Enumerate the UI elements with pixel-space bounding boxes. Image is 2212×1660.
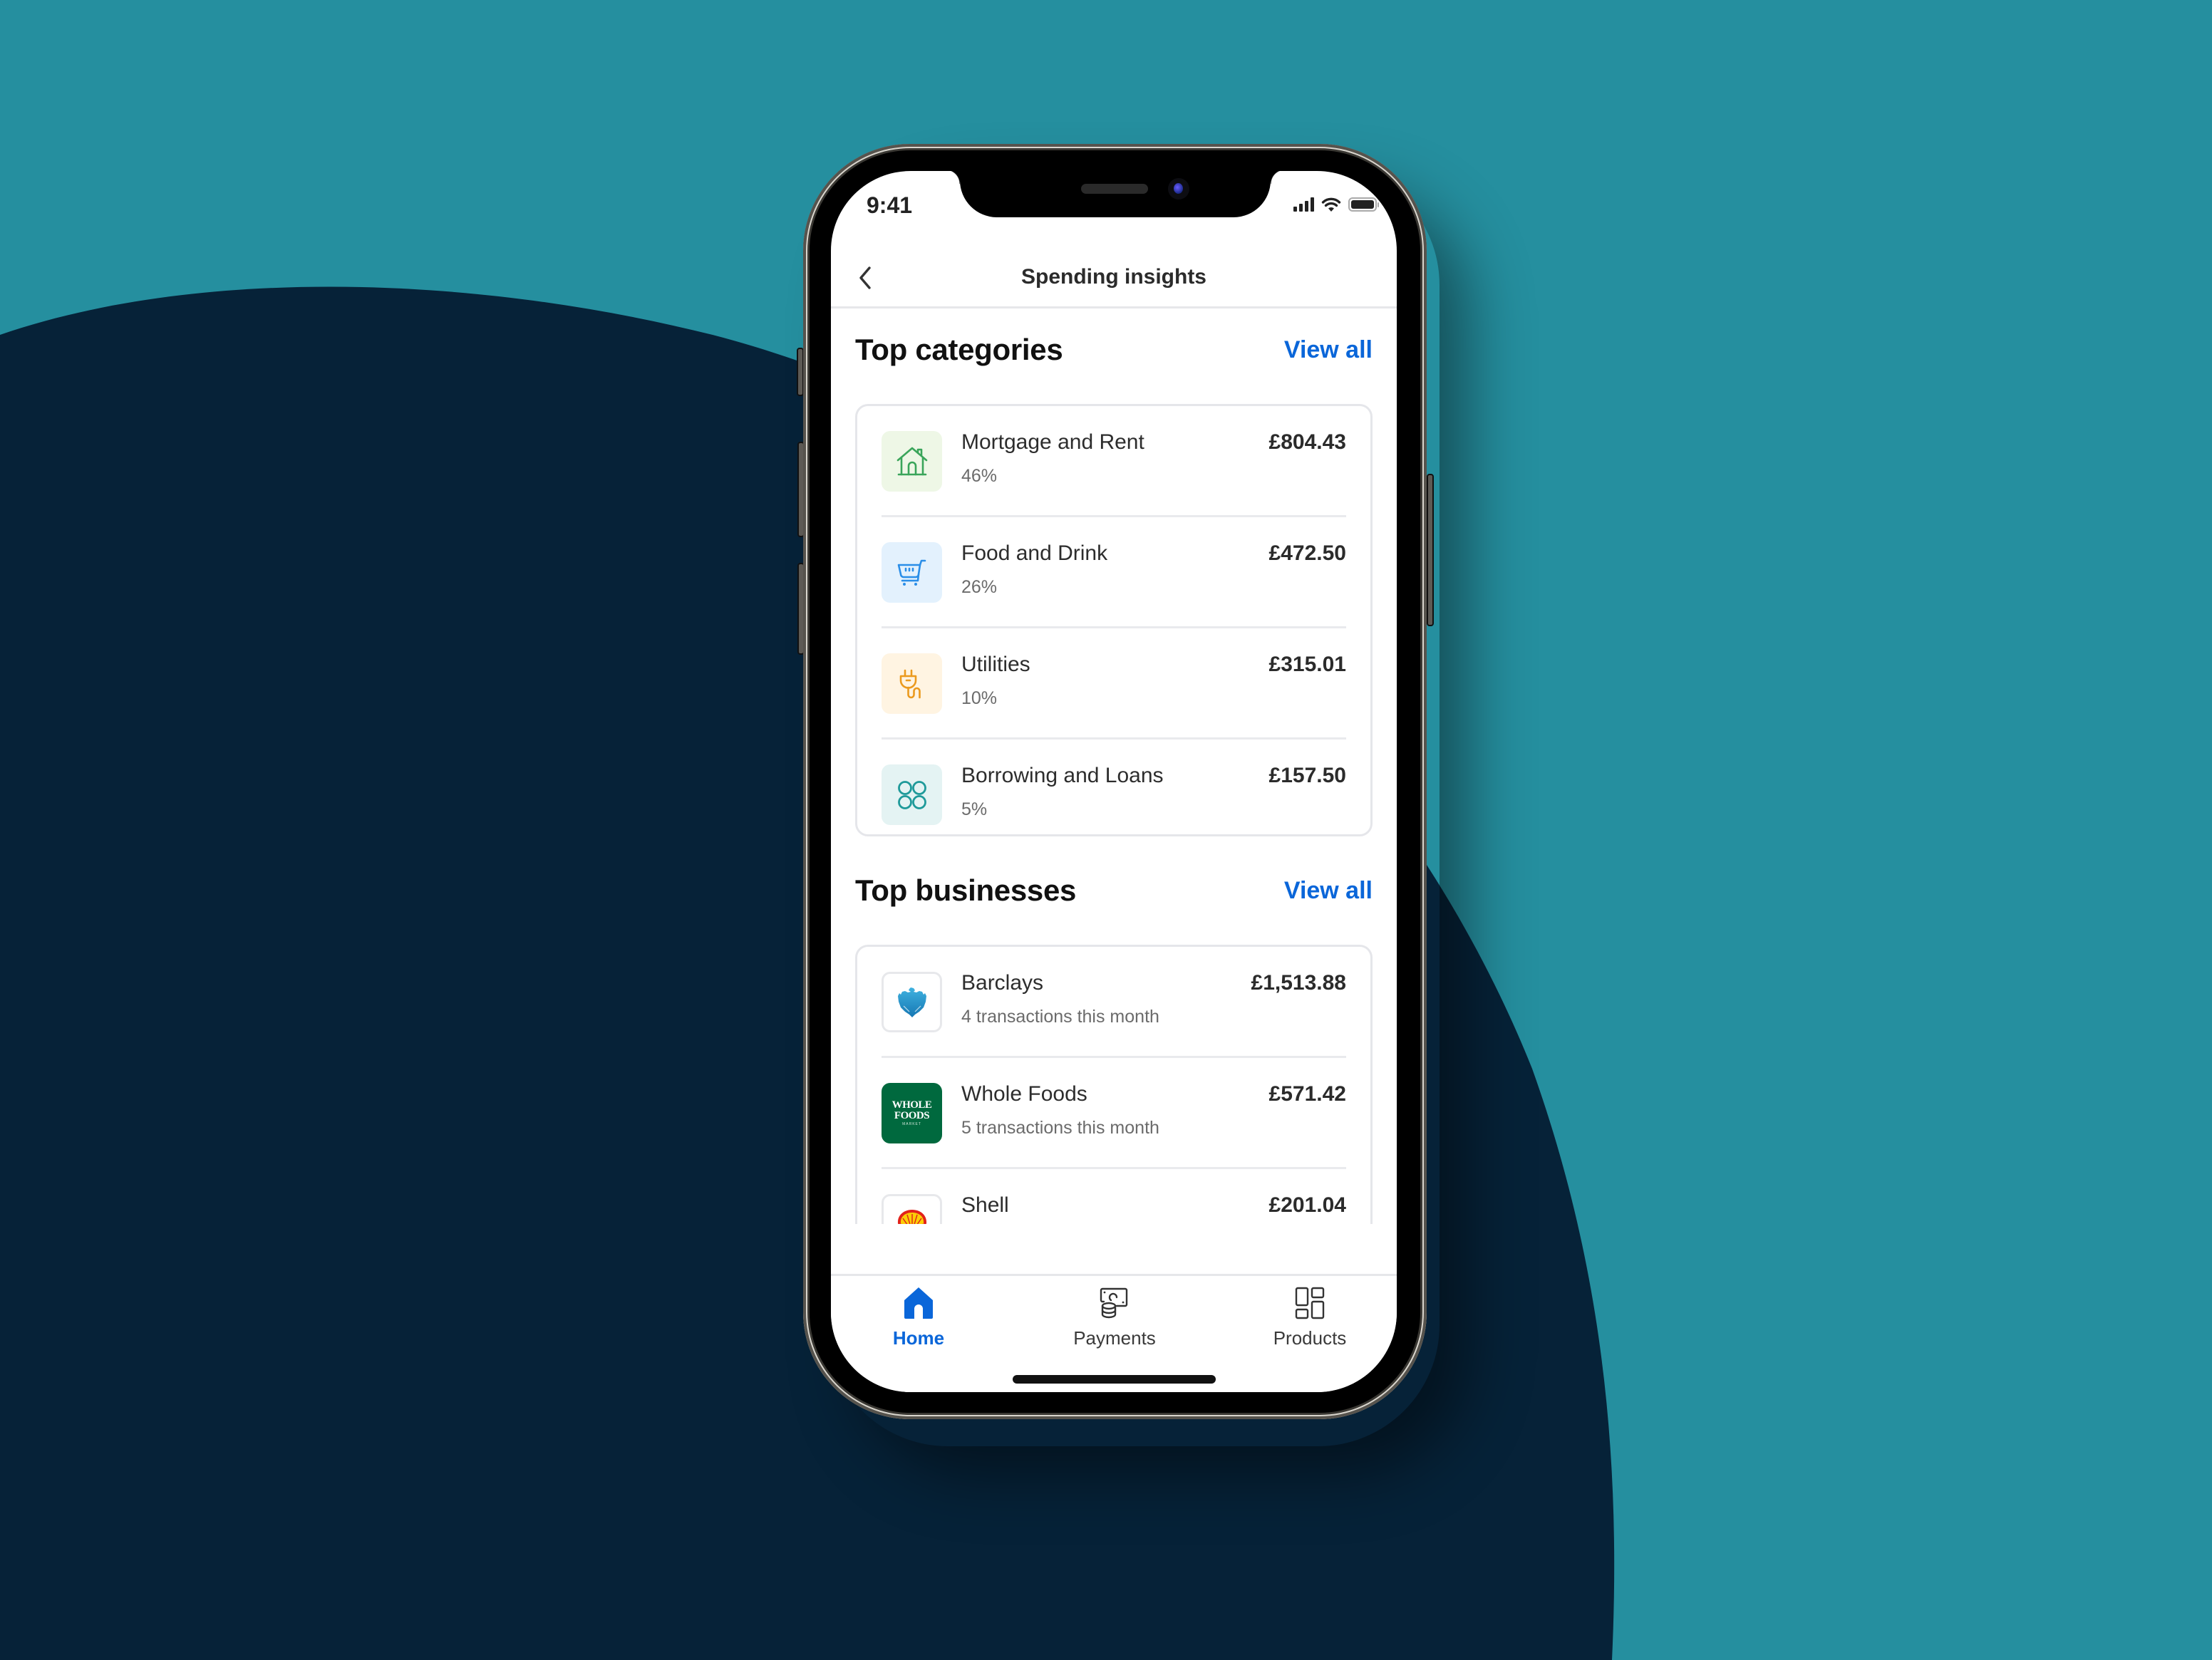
products-icon: [1295, 1287, 1325, 1319]
business-name: Whole Foods: [961, 1082, 1087, 1106]
category-tile: [882, 764, 942, 825]
whole-foods-logo: WHOLE FOODS MARKET: [882, 1083, 942, 1143]
category-name: Utilities: [961, 653, 1030, 676]
category-row[interactable]: Borrowing and Loans 5% £157.50: [882, 740, 1346, 849]
top-categories-card: Mortgage and Rent 46% £804.43 Food and D…: [855, 404, 1373, 836]
business-row[interactable]: Shell 3 transactions this month £201.04: [882, 1169, 1346, 1224]
top-businesses-header: Top businesses View all: [855, 873, 1373, 908]
tab-home[interactable]: Home: [862, 1286, 976, 1349]
category-percent: 10%: [961, 688, 998, 708]
category-row[interactable]: Food and Drink 26% £472.50: [882, 517, 1346, 628]
power-button: [1427, 474, 1434, 626]
section-title: Top businesses: [855, 873, 1077, 907]
business-amount: £1,513.88: [1251, 971, 1346, 995]
business-logo-tile: [882, 972, 942, 1032]
navigation-bar: Spending insights: [831, 249, 1397, 308]
category-tile: [882, 653, 942, 714]
business-row[interactable]: WHOLE FOODS MARKET Whole Foods 5 transac…: [882, 1058, 1346, 1169]
tab-products[interactable]: Products: [1253, 1286, 1367, 1349]
status-time: 9:41: [867, 192, 913, 218]
shell-logo: [897, 1209, 926, 1224]
business-amount: £201.04: [1268, 1193, 1346, 1217]
business-subtitle: 4 transactions this month: [961, 1007, 1159, 1027]
view-all-categories-link[interactable]: View all: [1284, 336, 1373, 364]
category-row[interactable]: Mortgage and Rent 46% £804.43: [882, 406, 1346, 517]
scroll-content[interactable]: Top categories View all Mortgage and Ren…: [831, 308, 1397, 1224]
phone-screen: 9:41 Spending insights Top categories Vi…: [831, 171, 1397, 1392]
view-all-businesses-link[interactable]: View all: [1284, 877, 1373, 905]
business-row[interactable]: Barclays 4 transactions this month £1,51…: [882, 947, 1346, 1058]
top-categories-header: Top categories View all: [855, 333, 1373, 367]
category-row[interactable]: Utilities 10% £315.01: [882, 628, 1346, 740]
shopping-cart-icon: [897, 559, 926, 586]
cellular-signal-icon: [1293, 197, 1314, 212]
category-percent: 46%: [961, 466, 998, 486]
plug-icon: [899, 669, 921, 698]
category-amount: £315.01: [1268, 653, 1346, 676]
tab-payments[interactable]: Payments: [1058, 1286, 1172, 1349]
category-percent: 5%: [961, 799, 988, 819]
category-name: Borrowing and Loans: [961, 764, 1164, 787]
battery-icon: [1348, 197, 1379, 212]
status-icons: [1293, 197, 1379, 212]
home-indicator[interactable]: [1013, 1375, 1216, 1384]
speaker-grille: [1081, 184, 1148, 194]
tab-label: Home: [892, 1327, 945, 1349]
category-amount: £804.43: [1268, 430, 1346, 454]
section-title: Top categories: [855, 333, 1063, 366]
category-percent: 26%: [961, 577, 998, 597]
business-logo-tile: [882, 1194, 942, 1224]
payments-icon: [1100, 1287, 1128, 1319]
wifi-icon: [1321, 197, 1341, 212]
category-amount: £472.50: [1268, 541, 1346, 565]
tab-label: Payments: [1073, 1327, 1156, 1349]
business-name: Barclays: [961, 971, 1044, 995]
logo-text: MARKET: [902, 1122, 921, 1126]
category-name: Mortgage and Rent: [961, 430, 1144, 454]
logo-text: WHOLE: [891, 1099, 932, 1111]
category-tile: [882, 431, 942, 492]
business-name: Shell: [961, 1193, 1009, 1217]
logo-text: FOODS: [894, 1110, 930, 1121]
front-camera: [1168, 178, 1189, 199]
category-tile: [882, 542, 942, 603]
page-title: Spending insights: [1021, 265, 1206, 289]
house-icon: [896, 447, 927, 475]
category-name: Food and Drink: [961, 541, 1108, 565]
four-circles-icon: [897, 780, 926, 809]
business-amount: £571.42: [1268, 1082, 1346, 1106]
category-amount: £157.50: [1268, 764, 1346, 787]
tab-label: Products: [1273, 1327, 1347, 1349]
notch: [946, 171, 1285, 217]
top-businesses-card: Barclays 4 transactions this month £1,51…: [855, 945, 1373, 1224]
business-subtitle: 5 transactions this month: [961, 1118, 1159, 1138]
barclays-eagle-logo: [897, 987, 926, 1017]
home-icon: [904, 1287, 933, 1319]
